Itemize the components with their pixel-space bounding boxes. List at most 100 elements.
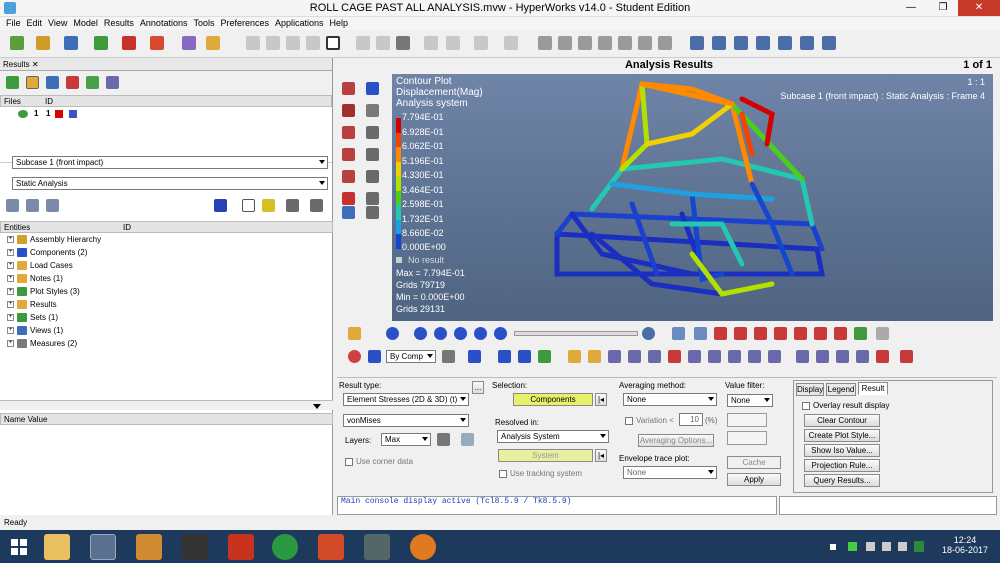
monitor-icon[interactable]: [342, 206, 355, 219]
menu-edit[interactable]: Edit: [27, 17, 43, 30]
iso-icon[interactable]: [648, 350, 661, 363]
splitter[interactable]: [0, 400, 333, 410]
tree-item-measures[interactable]: + Measures (2): [0, 337, 333, 350]
page-layout-4-icon[interactable]: [756, 36, 770, 50]
result-plot-icon[interactable]: [348, 327, 361, 340]
overlay-icon[interactable]: [504, 36, 518, 50]
shaded-icon[interactable]: [468, 350, 481, 363]
display-cube-icon[interactable]: [214, 199, 227, 212]
tree-view-icon[interactable]: [46, 199, 59, 212]
clock[interactable]: 12:24 18-06-2017: [940, 535, 990, 555]
layers-dropdown[interactable]: Max: [381, 433, 431, 446]
contour-icon[interactable]: [66, 76, 79, 89]
averaging-options-button[interactable]: Averaging Options...: [638, 434, 714, 447]
flat-view-icon[interactable]: [26, 199, 39, 212]
use-corner-data[interactable]: Use corner data: [345, 457, 413, 466]
eye-icon-7[interactable]: [366, 206, 379, 219]
expand-icon[interactable]: [356, 36, 370, 50]
flex-icon[interactable]: [688, 350, 701, 363]
tab-display[interactable]: Display: [796, 383, 824, 396]
axis-x-icon[interactable]: [714, 327, 727, 340]
bycomp-dropdown[interactable]: By Comp: [386, 350, 436, 363]
menu-view[interactable]: View: [48, 17, 67, 30]
zoom-fit-icon[interactable]: [538, 36, 552, 50]
collapse-arrow-icon[interactable]: [313, 404, 321, 409]
refresh-icon[interactable]: [106, 76, 119, 89]
close-tab-icon[interactable]: ✕: [32, 60, 39, 69]
show-hide-icon[interactable]: [286, 199, 299, 212]
menu-file[interactable]: File: [6, 17, 21, 30]
move-v-icon[interactable]: [638, 36, 652, 50]
overlay-result-display[interactable]: Overlay result display: [802, 401, 889, 410]
chrome-task-icon[interactable]: [272, 534, 298, 560]
eye-icon-4[interactable]: [366, 148, 379, 161]
file-row[interactable]: 1 1: [0, 107, 332, 123]
tab-legend[interactable]: Legend: [826, 383, 856, 396]
volume-icon[interactable]: [898, 542, 907, 551]
minimize-button[interactable]: —: [898, 0, 924, 16]
page-layout-5-icon[interactable]: [778, 36, 792, 50]
tcl-console[interactable]: Main console display active (Tcl8.5.9 / …: [337, 496, 777, 515]
variation-input[interactable]: 10: [679, 413, 703, 426]
menu-help[interactable]: Help: [330, 17, 349, 30]
save-icon[interactable]: [64, 36, 78, 50]
zoom-icon[interactable]: [672, 327, 685, 340]
open-session-icon[interactable]: [10, 36, 24, 50]
page-layout-3-icon[interactable]: [734, 36, 748, 50]
move-h-icon[interactable]: [618, 36, 632, 50]
filter-min-input[interactable]: [727, 413, 767, 427]
plus-icon[interactable]: [538, 350, 551, 363]
measure-icon[interactable]: [708, 350, 721, 363]
spin-icon[interactable]: [658, 36, 672, 50]
catia-task-icon[interactable]: [182, 534, 208, 560]
menu-tools[interactable]: Tools: [193, 17, 214, 30]
app-task-icon[interactable]: [364, 534, 390, 560]
tree-item-plotstyles[interactable]: + Plot Styles (3): [0, 285, 333, 298]
select-cursor-icon[interactable]: [242, 199, 255, 212]
layers-icon[interactable]: [461, 433, 474, 446]
prev-page-icon[interactable]: [246, 36, 260, 50]
isolate-only-icon[interactable]: [342, 148, 355, 161]
menu-results[interactable]: Results: [104, 17, 134, 30]
system-button[interactable]: System: [498, 449, 593, 462]
model-icon[interactable]: [26, 76, 39, 89]
iso-view-icon[interactable]: [834, 327, 847, 340]
settings-gear-icon[interactable]: [642, 327, 655, 340]
delete-page-icon[interactable]: [306, 36, 320, 50]
powerpoint-task-icon[interactable]: [318, 534, 344, 560]
eye-icon-2[interactable]: [366, 104, 379, 117]
animation-slider[interactable]: [514, 331, 638, 336]
chart-icon[interactable]: [876, 350, 889, 363]
results-tab[interactable]: Results ✕: [0, 58, 332, 71]
tensor-icon[interactable]: [588, 350, 601, 363]
value-filter-dropdown[interactable]: None: [727, 394, 773, 407]
back-icon[interactable]: [694, 327, 707, 340]
transparency-icon[interactable]: [518, 350, 531, 363]
eye-icon-3[interactable]: [366, 126, 379, 139]
last-frame-icon[interactable]: [494, 327, 507, 340]
component-dropdown[interactable]: vonMises: [343, 414, 469, 427]
filter-icon[interactable]: [6, 199, 19, 212]
acrobat-task-icon[interactable]: [228, 534, 254, 560]
q-icon[interactable]: [914, 541, 924, 552]
first-frame-icon[interactable]: [414, 327, 427, 340]
axis-xy-icon[interactable]: [814, 327, 827, 340]
pan-icon[interactable]: [598, 36, 612, 50]
result-more-button[interactable]: ...: [472, 381, 484, 394]
analysis-dropdown[interactable]: Static Analysis: [12, 177, 328, 190]
menu-model[interactable]: Model: [73, 17, 98, 30]
animation-mode-icon[interactable]: [386, 327, 399, 340]
play-icon[interactable]: [454, 327, 467, 340]
projection-rule-button[interactable]: Projection Rule...: [804, 459, 880, 472]
clear-contour-button[interactable]: Clear Contour: [804, 414, 880, 427]
page-layout-2-icon[interactable]: [712, 36, 726, 50]
tree-item-notes[interactable]: + Notes (1): [0, 272, 333, 285]
averaging-dropdown[interactable]: None: [623, 393, 717, 406]
resolved-dropdown[interactable]: Analysis System: [497, 430, 609, 443]
eye-icon-6[interactable]: [366, 192, 379, 205]
page-layout-icon[interactable]: [182, 36, 196, 50]
axis-z-icon[interactable]: [754, 327, 767, 340]
color-icon[interactable]: [206, 36, 220, 50]
next-frame-icon[interactable]: [474, 327, 487, 340]
window-layout-icon[interactable]: [326, 36, 340, 50]
